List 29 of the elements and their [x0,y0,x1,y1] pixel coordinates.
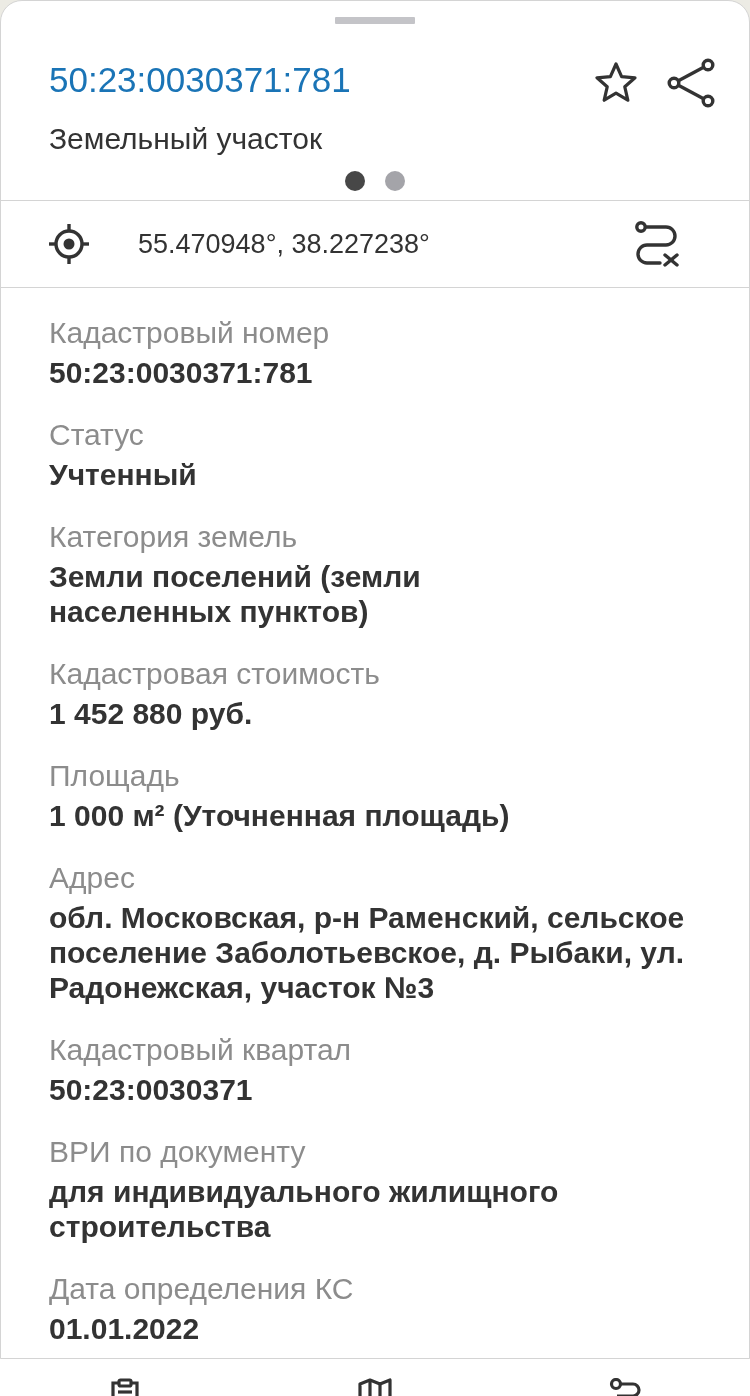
route-icon[interactable] [609,1378,641,1396]
object-type-subtitle: Земельный участок [49,121,322,157]
field-value: 1 000 м² (Уточненная площадь) [49,798,511,833]
target-icon [49,224,89,264]
field-label: Площадь [49,758,181,794]
field-label: Кадастровый номер [49,315,331,351]
field-value: Учтенный [49,457,198,492]
field-value: Земли поселений (земли населенных пунктов) [49,559,422,629]
drag-handle[interactable] [335,17,415,24]
field-label: Адрес [49,860,136,896]
field-value: 50:23:0030371:781 [49,355,314,390]
star-icon[interactable] [594,62,638,104]
clipboard-icon[interactable] [109,1378,141,1396]
field-value: для индивидуального жилищного строительства [49,1174,560,1244]
field-label: Кадастровый квартал [49,1032,353,1068]
coordinates-text: 55.470948°, 38.227238° [138,228,430,260]
field-value: 1 452 880 руб. [49,696,254,731]
field-label: Дата определения КС [49,1271,355,1307]
field-label: Статус [49,417,145,453]
route-cross-icon[interactable] [635,221,681,267]
field-label: Категория земель [49,519,299,555]
field-value: 50:23:0030371 [49,1072,254,1107]
share-icon[interactable] [667,58,715,108]
field-value: обл. Московская, р-н Раменский, сельское поселение Заболотьевское, д. Рыбаки, ул. Радонежская, участок №3 [49,900,686,1005]
parcel-number-title: 50:23:0030371:781 [49,59,351,101]
field-label: ВРИ по документу [49,1134,307,1170]
field-label: Кадастровая стоимость [49,656,381,692]
map-icon[interactable] [358,1378,392,1396]
field-value: 01.01.2022 [49,1311,201,1346]
